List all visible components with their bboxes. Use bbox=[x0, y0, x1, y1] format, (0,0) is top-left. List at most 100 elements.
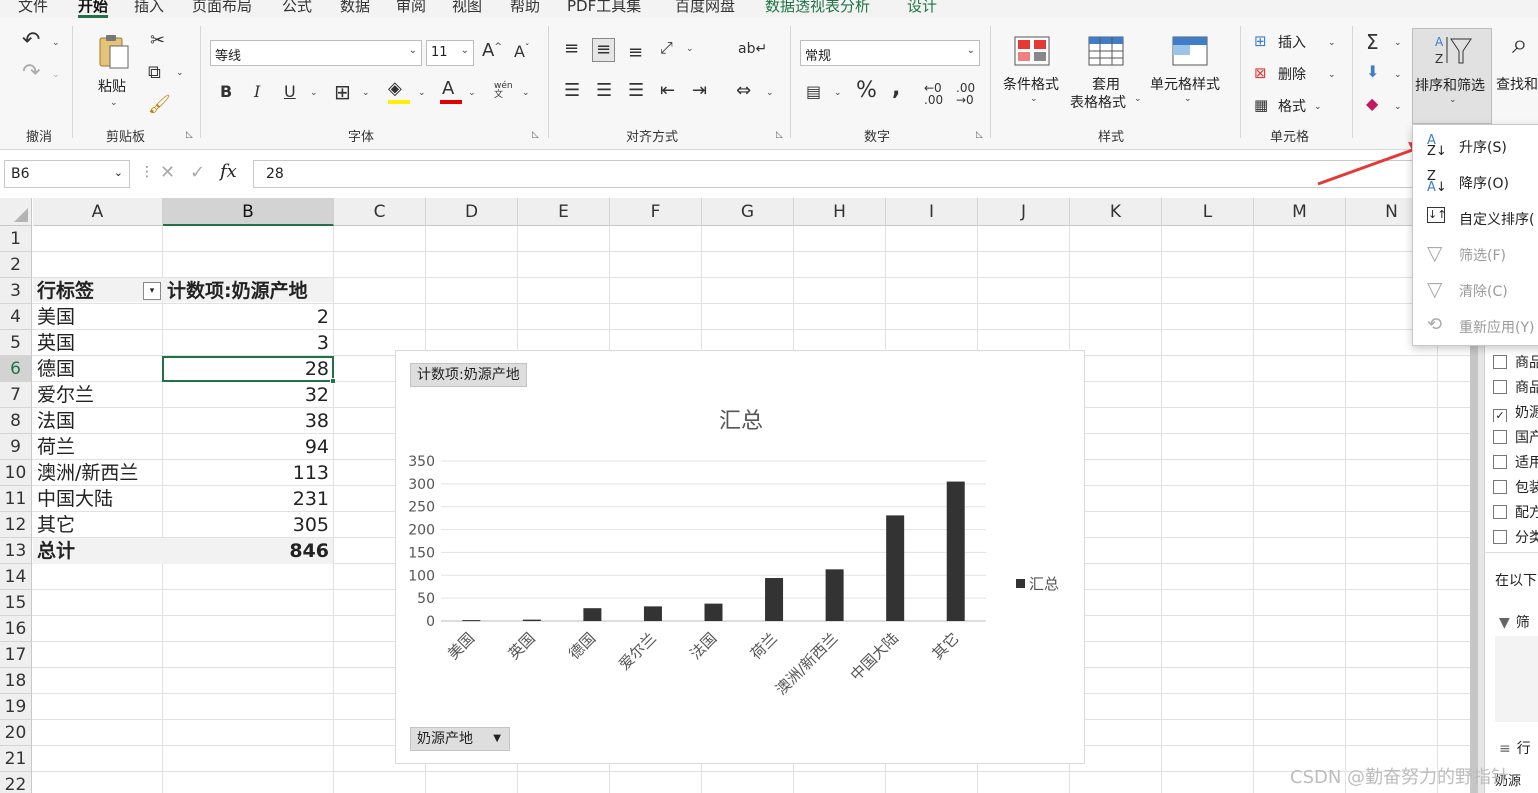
pivot-filter-dropdown-icon[interactable]: ▾ bbox=[143, 282, 161, 300]
column-header-c[interactable]: C bbox=[334, 198, 426, 226]
pivot-chart[interactable]: 计数项:奶源产地 汇总 0 50 100 150 200 250 300 350 美国 英国 德国 爱尔… bbox=[395, 350, 1085, 764]
tab-insert[interactable]: 插入 bbox=[134, 0, 164, 16]
chevron-down-icon[interactable]: ⌄ bbox=[468, 88, 476, 98]
bold-icon[interactable]: B bbox=[220, 84, 232, 100]
cell-styles-button[interactable]: 单元格样式 ⌄ bbox=[1150, 32, 1230, 122]
column-header-k[interactable]: K bbox=[1070, 198, 1162, 226]
dialog-launcher-icon[interactable]: ◺ bbox=[776, 130, 783, 140]
align-bottom-icon[interactable]: ≡ bbox=[628, 44, 643, 62]
accounting-format-icon[interactable]: ▤ bbox=[806, 84, 821, 100]
pivot-row-value[interactable]: 305 bbox=[163, 512, 333, 538]
pivot-row-label[interactable]: 英国 bbox=[33, 330, 163, 356]
row-header-22[interactable]: 22 bbox=[0, 772, 32, 793]
pivot-row-label[interactable]: 中国大陆 bbox=[33, 486, 163, 512]
column-header-e[interactable]: E bbox=[518, 198, 610, 226]
pivot-total-label[interactable]: 总计 bbox=[33, 538, 163, 564]
phonetic-guide-icon[interactable]: wén 文 bbox=[494, 82, 513, 100]
percent-icon[interactable]: % bbox=[856, 80, 877, 102]
field-checkbox[interactable]: 国产 bbox=[1493, 427, 1538, 447]
chevron-down-icon[interactable]: ⌄ bbox=[1394, 102, 1402, 112]
chevron-down-icon[interactable]: ⌄ bbox=[766, 88, 774, 98]
wrap-text-icon[interactable]: ab↵ bbox=[738, 42, 767, 56]
column-header-b[interactable]: B bbox=[163, 198, 334, 226]
align-center-icon[interactable]: ☰ bbox=[596, 82, 612, 100]
pivot-row-value[interactable]: 231 bbox=[163, 486, 333, 512]
dialog-launcher-icon[interactable]: ◺ bbox=[186, 130, 193, 140]
autosum-icon[interactable]: Σ bbox=[1366, 32, 1379, 52]
axis-field-button[interactable]: 奶源产地 ▼ bbox=[410, 727, 510, 751]
pivot-row-label[interactable]: 德国 bbox=[33, 356, 163, 382]
dialog-launcher-icon[interactable]: ◺ bbox=[532, 130, 539, 140]
pivot-row-value[interactable]: 94 bbox=[163, 434, 333, 460]
pivot-row-label[interactable]: 美国 bbox=[33, 304, 163, 330]
format-as-table-button[interactable]: 套用 表格格式 ⌄ bbox=[1068, 32, 1146, 122]
formula-input[interactable]: 28 bbox=[253, 160, 1413, 188]
row-header-16[interactable]: 16 bbox=[0, 616, 32, 642]
chevron-down-icon[interactable]: ⌄ bbox=[176, 68, 184, 78]
tab-file[interactable]: 文件 bbox=[18, 0, 48, 16]
row-header-6[interactable]: 6 bbox=[0, 356, 32, 382]
pivot-row-label[interactable]: 荷兰 bbox=[33, 434, 163, 460]
cut-icon[interactable]: ✂ bbox=[150, 32, 165, 50]
cancel-icon[interactable]: ✕ bbox=[160, 162, 175, 183]
column-header-h[interactable]: H bbox=[794, 198, 886, 226]
column-header-l[interactable]: L bbox=[1162, 198, 1254, 226]
align-left-icon[interactable]: ☰ bbox=[564, 82, 580, 100]
chevron-down-icon[interactable]: ⌄ bbox=[686, 44, 694, 54]
pivot-row-value[interactable]: 38 bbox=[163, 408, 333, 434]
decrease-indent-icon[interactable]: ⇤ bbox=[660, 82, 675, 100]
number-format-dropdown[interactable]: 常规 ⌄ bbox=[800, 40, 980, 66]
align-right-icon[interactable]: ☰ bbox=[628, 82, 644, 100]
filters-drop-area[interactable] bbox=[1495, 636, 1538, 722]
row-header-5[interactable]: 5 bbox=[0, 330, 32, 356]
field-checkbox[interactable]: 商品 bbox=[1493, 352, 1538, 372]
row-header-8[interactable]: 8 bbox=[0, 408, 32, 434]
insert-function-icon[interactable]: fx bbox=[220, 161, 237, 182]
paste-button[interactable]: 粘贴 ⌄ bbox=[94, 32, 136, 112]
chevron-down-icon[interactable]: ⌄ bbox=[834, 88, 842, 98]
font-color-icon[interactable]: A bbox=[442, 80, 454, 98]
borders-icon[interactable]: ⊞ bbox=[334, 82, 351, 102]
orientation-icon[interactable]: ⤢ bbox=[660, 40, 673, 56]
name-box[interactable]: B6 ⌄ bbox=[4, 160, 130, 188]
fill-icon[interactable]: ⬇ bbox=[1366, 64, 1379, 80]
tab-design[interactable]: 设计 bbox=[907, 0, 937, 16]
increase-indent-icon[interactable]: ⇥ bbox=[692, 82, 707, 100]
conditional-formatting-button[interactable]: 条件格式 ⌄ bbox=[1000, 32, 1066, 122]
column-header-f[interactable]: F bbox=[610, 198, 702, 226]
tab-formulas[interactable]: 公式 bbox=[282, 0, 312, 16]
field-checkbox[interactable]: 包装 bbox=[1493, 477, 1538, 497]
column-header-j[interactable]: J bbox=[978, 198, 1070, 226]
row-header-17[interactable]: 17 bbox=[0, 642, 32, 668]
insert-cells-button[interactable]: ⊞ 插入 ⌄ bbox=[1252, 32, 1342, 54]
menu-item[interactable]: Z A↓ 降序(O) bbox=[1413, 165, 1538, 199]
undo-icon[interactable]: ↶ bbox=[22, 30, 40, 52]
row-header-7[interactable]: 7 bbox=[0, 382, 32, 408]
font-size-dropdown[interactable]: 11 ⌄ bbox=[426, 40, 474, 66]
chevron-down-icon[interactable]: ⌄ bbox=[418, 88, 426, 98]
enter-icon[interactable]: ✓ bbox=[190, 162, 205, 183]
tab-view[interactable]: 视图 bbox=[452, 0, 482, 16]
row-header-15[interactable]: 15 bbox=[0, 590, 32, 616]
tab-help[interactable]: 帮助 bbox=[510, 0, 540, 16]
field-checkbox[interactable]: ✓ 奶源 bbox=[1493, 402, 1538, 422]
tab-data[interactable]: 数据 bbox=[340, 0, 370, 16]
pivot-value-header[interactable]: 计数项:奶源产地 bbox=[163, 278, 333, 304]
pivot-row-label[interactable]: 法国 bbox=[33, 408, 163, 434]
row-header-13[interactable]: 13 bbox=[0, 538, 32, 564]
pane-scrollbar[interactable] bbox=[1470, 330, 1478, 793]
pivot-row-value[interactable]: 113 bbox=[163, 460, 333, 486]
pivot-row-label-header[interactable]: 行标签 ▾ bbox=[33, 278, 163, 304]
field-checkbox[interactable]: 适用 bbox=[1493, 452, 1538, 472]
row-header-9[interactable]: 9 bbox=[0, 434, 32, 460]
pivot-row-label[interactable]: 其它 bbox=[33, 512, 163, 538]
tab-review[interactable]: 审阅 bbox=[396, 0, 426, 16]
chevron-down-icon[interactable]: ⌄ bbox=[362, 88, 370, 98]
row-header-12[interactable]: 12 bbox=[0, 512, 32, 538]
chevron-down-icon[interactable]: ⌄ bbox=[1394, 70, 1402, 80]
tab-pdf-tools[interactable]: PDF工具集 bbox=[567, 0, 641, 16]
column-header-g[interactable]: G bbox=[702, 198, 794, 226]
increase-decimal-icon[interactable]: ←0.00 bbox=[924, 82, 943, 106]
chevron-down-icon[interactable]: ⌄ bbox=[522, 88, 530, 98]
row-header-3[interactable]: 3 bbox=[0, 278, 32, 304]
